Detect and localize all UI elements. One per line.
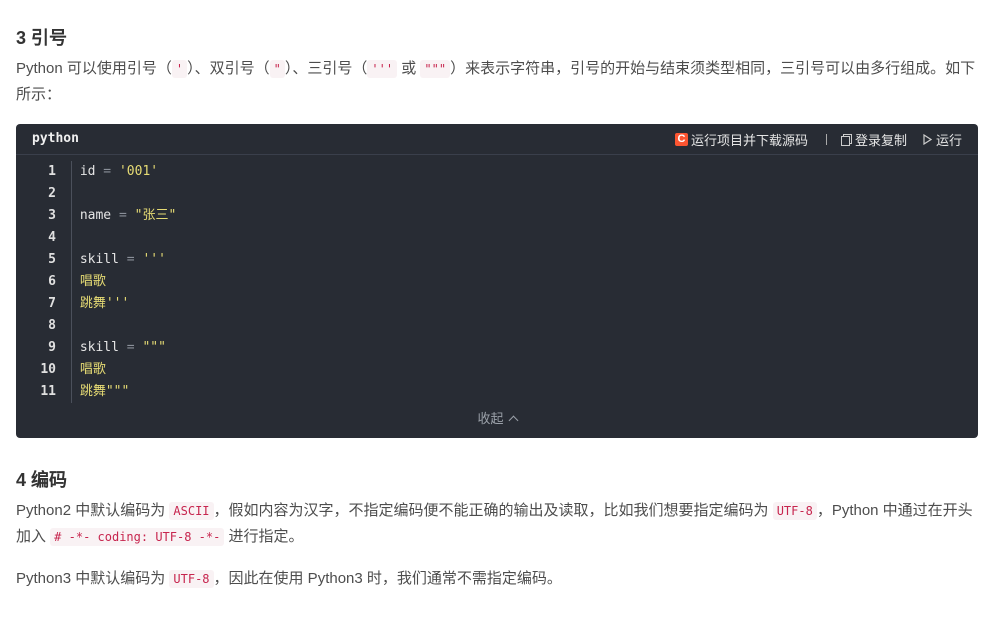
inline-code-single-quote: ' [171, 60, 188, 78]
copy-label: 登录复制 [854, 133, 907, 148]
code-block: python C 运行项目并下载源码 登录复制 运行 1 2 3 4 5 6 7 8 9 10 11… [16, 124, 978, 438]
line-number: 1 [48, 164, 56, 179]
run-button[interactable]: 运行 [907, 130, 962, 149]
inline-code-utf8: UTF-8 [169, 570, 214, 588]
line-number: 8 [48, 318, 56, 333]
code-line: name = "张三" [72, 205, 176, 227]
code-line: 跳舞''' [72, 293, 176, 315]
run-label: 运行 [935, 133, 962, 148]
quotes-paragraph: Python 可以使用引号（ ' ）、双引号（ " ）、三引号（ ''' 或 """ ）来表… [16, 56, 976, 108]
inline-code-utf8: UTF-8 [772, 502, 817, 520]
run-download-button[interactable]: C 运行项目并下载源码 [674, 130, 808, 149]
line-number: 6 [48, 274, 56, 289]
text-run: ）、三引号（ [284, 60, 368, 77]
text-run: Python2 中默认编码为 [16, 502, 170, 519]
code-line: id = '001' [72, 161, 176, 183]
line-number: 9 [48, 340, 56, 355]
code-line: skill = ''' [72, 249, 176, 271]
code-operator: = [118, 252, 143, 267]
play-icon [923, 134, 932, 145]
line-number: 10 [40, 362, 56, 377]
copy-button[interactable]: 登录复制 [840, 130, 907, 149]
line-number: 3 [48, 208, 56, 223]
text-run: ，因此在使用 Python3 时，我们通常不需指定编码。 [213, 570, 562, 587]
toolbar-divider [825, 134, 827, 145]
code-line: 唱歌 [72, 271, 176, 293]
code-identifier: skill [79, 340, 119, 355]
line-number: 11 [40, 384, 56, 399]
encoding-paragraph: Python2 中默认编码为 ASCII ，假如内容为汉字，不指定编码便不能正确的… [16, 498, 976, 550]
code-string: 唱歌 [79, 362, 106, 377]
code-identifier: skill [79, 252, 119, 267]
text-run: Python 可以使用引号（ [16, 60, 172, 77]
line-number-gutter: 1 2 3 4 5 6 7 8 9 10 11 [16, 161, 70, 403]
inline-code-coding-line: # -*- coding: UTF-8 -*- [50, 528, 225, 546]
inline-code-ascii: ASCII [169, 502, 214, 520]
chevron-up-icon [508, 415, 518, 426]
section-3-heading: 3 引号 [16, 28, 68, 48]
line-number: 4 [48, 230, 56, 245]
inline-code-triple-single: ''' [367, 60, 398, 78]
collapse-button[interactable]: 收起 [16, 408, 978, 427]
code-line: 跳舞""" [72, 381, 176, 403]
code-language-label: python [32, 131, 79, 146]
line-number: 5 [48, 252, 56, 267]
text-run: Python3 中默认编码为 [16, 570, 170, 587]
csdn-c-icon: C [674, 133, 688, 146]
code-string: "张三" [134, 208, 177, 223]
code-line: skill = """ [72, 337, 176, 359]
code-string: 跳舞""" [79, 384, 130, 399]
code-operator: = [118, 340, 143, 355]
code-line: 唱歌 [72, 359, 176, 381]
line-number: 7 [48, 296, 56, 311]
copy-icon [840, 134, 852, 146]
line-number: 2 [48, 186, 56, 201]
code-string: '001' [118, 164, 159, 179]
run-download-label: 运行项目并下载源码 [690, 133, 808, 148]
code-lines: id = '001' name = "张三" skill = ''' 唱歌 跳舞… [71, 161, 176, 403]
code-toolbar: C 运行项目并下载源码 登录复制 运行 [674, 130, 962, 149]
text-run: ，假如内容为汉字，不指定编码便不能正确的输出及读取，比如我们想要指定编码为 [213, 502, 773, 519]
inline-code-double-quote: " [269, 60, 285, 78]
code-identifier: name [79, 208, 112, 223]
inline-code-triple-double: """ [420, 60, 451, 78]
section-4-heading: 4 编码 [16, 470, 68, 490]
code-string: """ [142, 340, 166, 355]
code-operator: = [111, 208, 135, 223]
code-identifier: id [79, 164, 96, 179]
text-run: 或 [397, 60, 421, 77]
code-block-header: python C 运行项目并下载源码 登录复制 运行 [16, 124, 978, 155]
code-operator: = [95, 164, 119, 179]
text-run: ）、双引号（ [187, 60, 270, 77]
code-string: ''' [142, 252, 166, 267]
collapse-label: 收起 [477, 411, 504, 426]
python3-encoding-paragraph: Python3 中默认编码为 UTF-8 ，因此在使用 Python3 时，我们通… [16, 566, 976, 592]
text-run: 进行指定。 [224, 528, 304, 545]
code-string: 唱歌 [79, 274, 106, 289]
code-string: 跳舞''' [79, 296, 130, 311]
